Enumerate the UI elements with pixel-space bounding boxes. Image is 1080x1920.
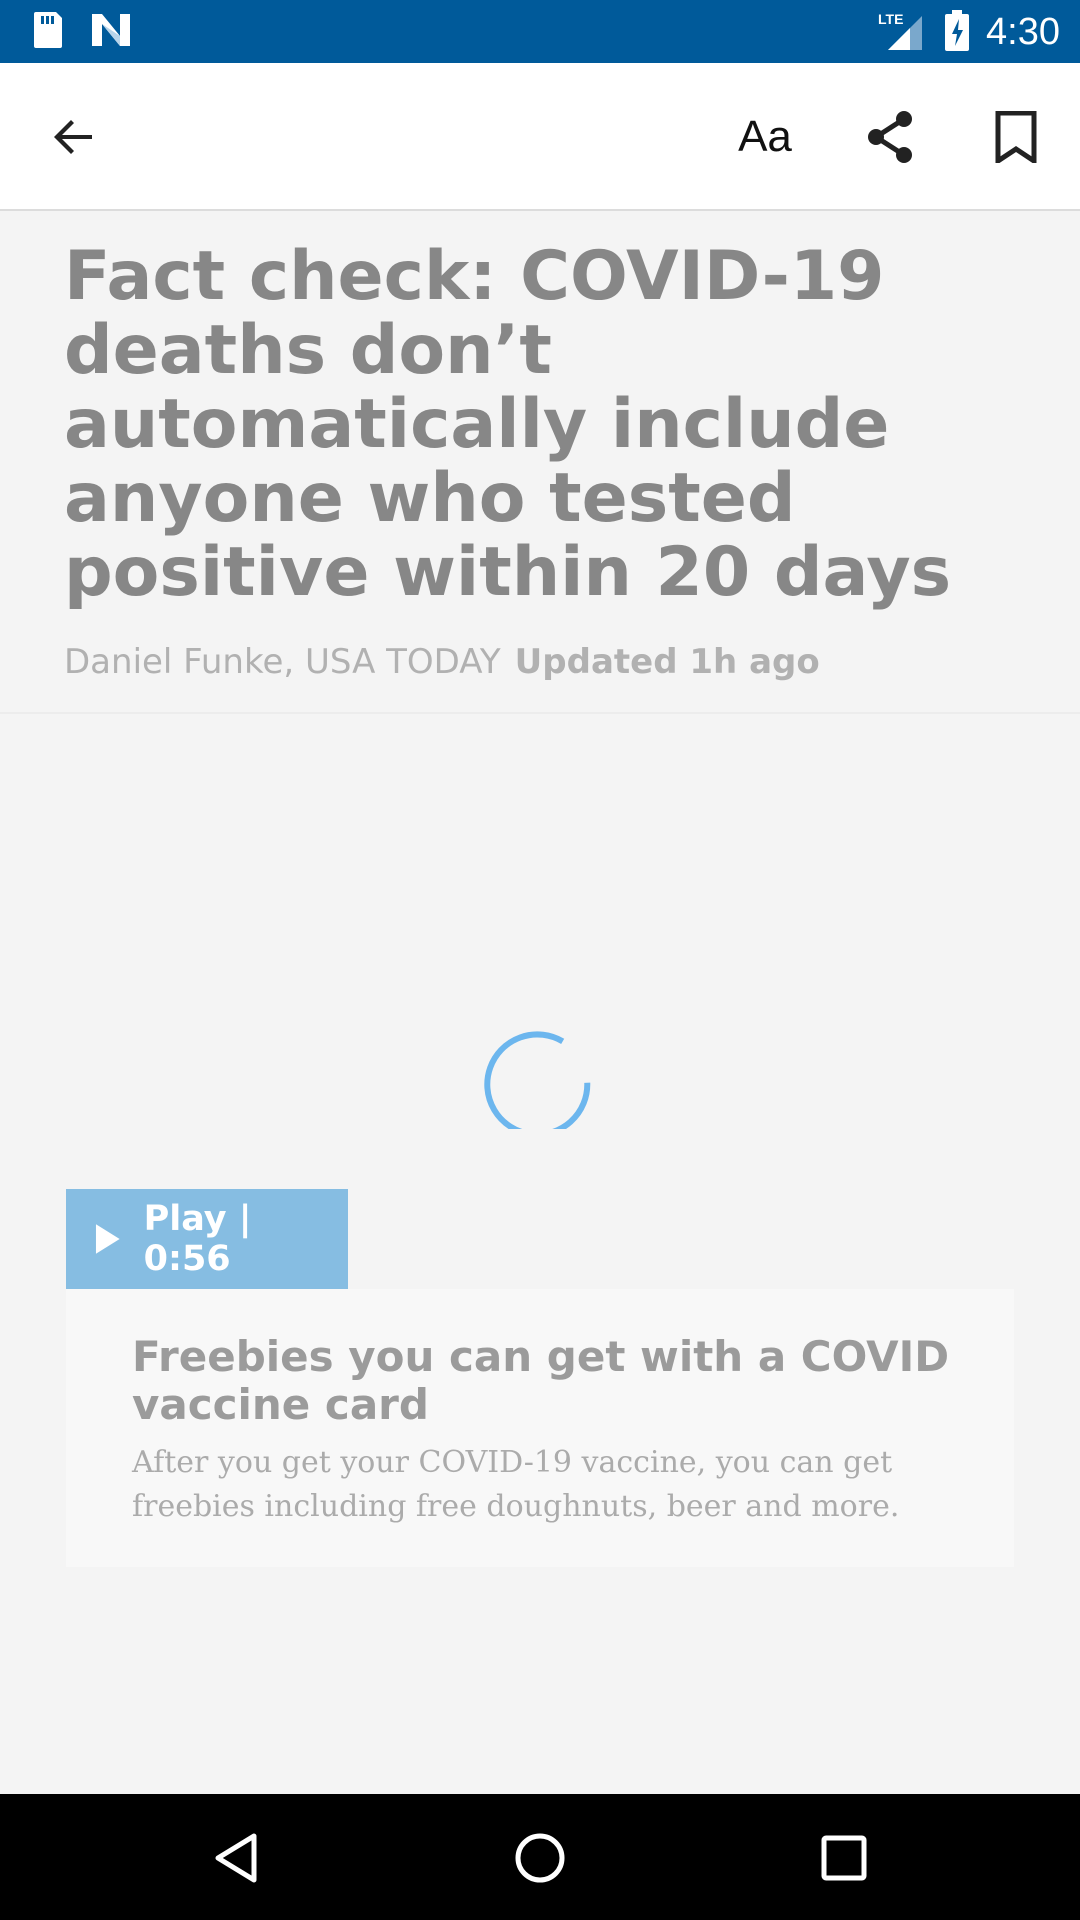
- nav-recents-button[interactable]: [804, 1818, 884, 1898]
- play-icon: [95, 1224, 120, 1254]
- nav-home-icon: [515, 1833, 565, 1883]
- article-title: Fact check: COVID-19 deaths don’t automa…: [64, 237, 952, 612]
- battery-charging-icon: [945, 10, 969, 51]
- n-notification-icon: [92, 14, 130, 46]
- font-size-button[interactable]: Aa: [726, 99, 804, 175]
- status-bar: LTE 4:30: [0, 0, 1080, 63]
- video-play-button[interactable]: Play | 0:56: [66, 1189, 348, 1289]
- font-size-label: Aa: [738, 112, 792, 161]
- status-clock: 4:30: [986, 11, 1060, 53]
- share-button[interactable]: [852, 99, 928, 175]
- nav-back-button[interactable]: [196, 1818, 276, 1898]
- arrow-back-icon: [54, 120, 92, 154]
- video-caption-card[interactable]: Freebies you can get with a COVID vaccin…: [66, 1289, 1014, 1567]
- article-byline: Daniel Funke, USA TODAY Updated 1h ago: [64, 640, 1024, 684]
- lte-signal-icon: LTE: [878, 11, 922, 50]
- bookmark-icon: [995, 111, 1037, 163]
- bookmark-button[interactable]: [978, 99, 1054, 175]
- article-toolbar: Aa: [0, 63, 1080, 211]
- video-description: After you get your COVID-19 vaccine, you…: [132, 1445, 900, 1524]
- nav-home-button[interactable]: [500, 1818, 580, 1898]
- video-title: Freebies you can get with a COVID vaccin…: [132, 1332, 950, 1429]
- article-screen: LTE 4:30 Aa Fact check: COVID-19 deaths …: [0, 0, 1080, 1920]
- sd-card-icon: [34, 12, 62, 48]
- back-button[interactable]: [36, 99, 112, 175]
- loading-spinner-icon: [484, 1031, 591, 1129]
- nav-recents-icon: [821, 1835, 867, 1881]
- video-play-label: Play | 0:56: [143, 1199, 252, 1279]
- svg-text:LTE: LTE: [878, 11, 903, 27]
- article-author: Daniel Funke, USA TODAY: [64, 642, 501, 682]
- divider: [0, 712, 1080, 714]
- nav-back-icon: [215, 1833, 257, 1883]
- system-nav-bar: [0, 1794, 1080, 1920]
- article-updated-time: Updated 1h ago: [514, 642, 820, 682]
- share-icon: [868, 111, 912, 163]
